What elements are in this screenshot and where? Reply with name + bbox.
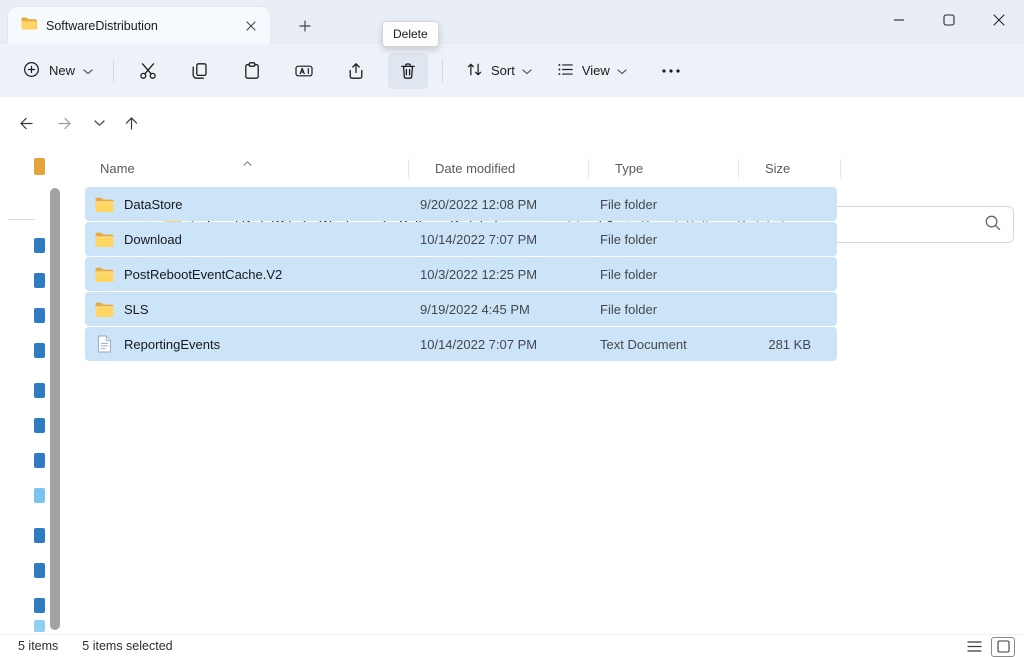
file-type: File folder xyxy=(600,197,750,212)
search-icon xyxy=(984,214,1001,236)
nav-pane-item-icon[interactable] xyxy=(34,158,45,175)
toolbar-divider xyxy=(113,60,114,82)
file-name: PostRebootEventCache.V2 xyxy=(124,267,282,282)
up-button[interactable] xyxy=(115,108,147,138)
thumbnail-view-button[interactable] xyxy=(991,637,1015,657)
column-header-size[interactable]: Size xyxy=(750,161,841,176)
chevron-down-icon xyxy=(617,63,627,78)
sort-ascending-icon xyxy=(243,154,252,169)
sort-button[interactable]: Sort xyxy=(455,53,542,89)
folder-icon xyxy=(21,17,37,35)
table-row[interactable]: Download 10/14/2022 7:07 PMFile folder xyxy=(85,222,837,256)
nav-pane-item-icon[interactable] xyxy=(34,598,45,613)
file-icon xyxy=(95,335,114,353)
items-count: 5 items xyxy=(18,639,58,653)
nav-pane-item-icon[interactable] xyxy=(34,238,45,253)
chevron-down-icon xyxy=(522,63,532,78)
file-explorer-window: SoftwareDistribution New Sort xyxy=(0,0,1024,657)
plus-circle-icon xyxy=(22,60,41,82)
navigation-bar: Local Disk (C:)WindowsSoftwareDistributi… xyxy=(0,97,1024,149)
file-size: 281 KB xyxy=(750,337,837,352)
nav-pane-item-icon[interactable] xyxy=(34,273,45,288)
table-row[interactable]: DataStore 9/20/2022 12:08 PMFile folder xyxy=(85,187,837,221)
file-list: DataStore9/20/2022 12:08 PMFile folderDo… xyxy=(85,187,837,362)
nav-pane-item-icon[interactable] xyxy=(34,453,45,468)
file-type: File folder xyxy=(600,267,750,282)
nav-pane-item-icon[interactable] xyxy=(34,488,45,503)
copy-button[interactable] xyxy=(180,53,220,89)
tooltip-text: Delete xyxy=(393,27,428,41)
column-divider[interactable] xyxy=(738,159,739,178)
nav-pane-item-icon[interactable] xyxy=(34,343,45,358)
folder-icon xyxy=(95,302,114,317)
toolbar: New Sort View xyxy=(0,44,1024,97)
file-name: DataStore xyxy=(124,197,183,212)
recent-locations-button[interactable] xyxy=(86,108,112,138)
column-header-date-modified[interactable]: Date modified xyxy=(420,161,600,176)
file-date: 9/19/2022 4:45 PM xyxy=(420,302,600,317)
new-button[interactable]: New xyxy=(10,53,105,89)
file-date: 10/3/2022 12:25 PM xyxy=(420,267,600,282)
forward-button[interactable] xyxy=(48,108,80,138)
paste-button[interactable] xyxy=(232,53,272,89)
file-type: File folder xyxy=(600,302,750,317)
explorer-tab[interactable]: SoftwareDistribution xyxy=(8,7,270,44)
file-date: 9/20/2022 12:08 PM xyxy=(420,197,600,212)
new-button-label: New xyxy=(49,63,75,78)
file-name: SLS xyxy=(124,302,149,317)
new-tab-button[interactable] xyxy=(293,14,317,38)
sort-button-label: Sort xyxy=(491,63,515,78)
file-date: 10/14/2022 7:07 PM xyxy=(420,337,600,352)
toolbar-divider xyxy=(442,60,443,82)
minimize-button[interactable] xyxy=(874,0,924,40)
maximize-button[interactable] xyxy=(924,0,974,40)
status-bar: 5 items 5 items selected xyxy=(0,634,1024,657)
back-button[interactable] xyxy=(10,108,42,138)
column-divider[interactable] xyxy=(588,159,589,178)
tab-title: SoftwareDistribution xyxy=(46,19,239,33)
rename-button[interactable] xyxy=(284,53,324,89)
view-icon xyxy=(556,60,575,82)
view-button[interactable]: View xyxy=(546,53,637,89)
share-button[interactable] xyxy=(336,53,376,89)
column-header-type[interactable]: Type xyxy=(600,161,750,176)
nav-pane-item-icon[interactable] xyxy=(34,563,45,578)
folder-icon xyxy=(95,197,114,212)
column-headers: NameDate modifiedTypeSize xyxy=(85,152,841,185)
scrollbar-thumb[interactable] xyxy=(50,188,60,630)
close-button[interactable] xyxy=(974,0,1024,40)
file-date: 10/14/2022 7:07 PM xyxy=(420,232,600,247)
column-divider[interactable] xyxy=(840,159,841,178)
delete-tooltip: Delete xyxy=(382,21,439,47)
details-view-button[interactable] xyxy=(962,637,986,657)
folder-icon xyxy=(95,232,114,247)
column-divider[interactable] xyxy=(408,159,409,178)
selection-count: 5 items selected xyxy=(82,639,172,653)
file-name: ReportingEvents xyxy=(124,337,220,352)
table-row[interactable]: ReportingEvents 10/14/2022 7:07 PMText Do… xyxy=(85,327,837,361)
nav-pane-item-icon[interactable] xyxy=(34,620,45,632)
tab-strip: SoftwareDistribution xyxy=(0,0,1024,44)
file-type: Text Document xyxy=(600,337,750,352)
nav-pane-divider xyxy=(8,219,35,220)
file-type: File folder xyxy=(600,232,750,247)
cut-button[interactable] xyxy=(128,53,168,89)
nav-pane-item-icon[interactable] xyxy=(34,383,45,398)
column-header-name[interactable]: Name xyxy=(85,161,420,176)
tab-close-button[interactable] xyxy=(239,14,262,37)
file-name: Download xyxy=(124,232,182,247)
chevron-down-icon xyxy=(83,63,93,78)
more-options-button[interactable] xyxy=(651,53,691,89)
window-controls xyxy=(874,0,1024,40)
table-row[interactable]: PostRebootEventCache.V2 10/3/2022 12:25 P… xyxy=(85,257,837,291)
view-button-label: View xyxy=(582,63,610,78)
folder-icon xyxy=(95,267,114,282)
table-row[interactable]: SLS 9/19/2022 4:45 PMFile folder xyxy=(85,292,837,326)
nav-pane-item-icon[interactable] xyxy=(34,418,45,433)
sort-icon xyxy=(465,60,484,82)
nav-pane-item-icon[interactable] xyxy=(34,308,45,323)
delete-button[interactable] xyxy=(388,53,428,89)
nav-pane-item-icon[interactable] xyxy=(34,528,45,543)
